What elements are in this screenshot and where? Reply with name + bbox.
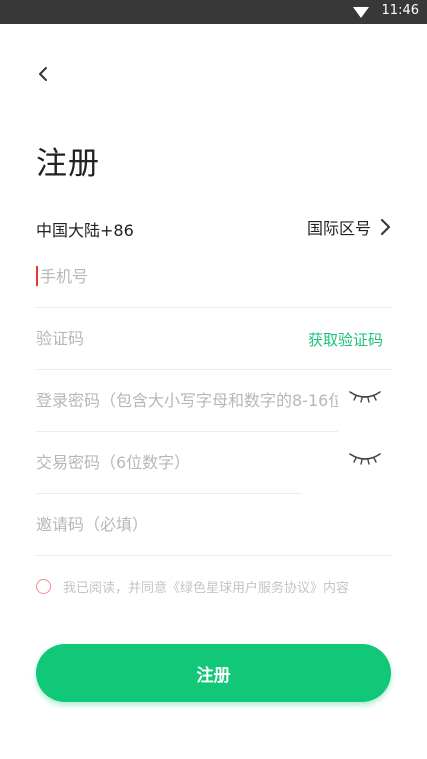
status-bar: 11:46 — [0, 0, 427, 24]
back-button[interactable] — [32, 62, 56, 86]
agreement-row: 我已阅读，并同意《绿色星球用户服务协议》内容 — [36, 575, 396, 597]
login-password-field — [36, 370, 338, 432]
get-code-button[interactable]: 获取验证码 — [308, 329, 383, 350]
trade-password-input[interactable] — [36, 432, 302, 492]
chevron-left-icon — [39, 67, 47, 81]
divider — [36, 555, 391, 556]
agreement-text[interactable]: 我已阅读，并同意《绿色星球用户服务协议》内容 — [63, 577, 349, 596]
international-code-label: 国际区号 — [306, 219, 371, 238]
register-button[interactable]: 注册 — [36, 644, 391, 702]
international-code-button[interactable]: 国际区号 — [307, 215, 391, 239]
phone-field — [36, 246, 391, 308]
trade-password-field — [36, 432, 302, 494]
text-caret — [36, 266, 38, 286]
status-time: 11:46 — [381, 3, 419, 18]
invite-code-field — [36, 494, 391, 556]
invite-code-input[interactable] — [36, 494, 391, 554]
region-row: 中国大陆+86 国际区号 — [36, 213, 391, 241]
chevron-right-icon — [381, 219, 390, 235]
wifi-icon — [353, 7, 369, 18]
login-password-input[interactable] — [36, 370, 338, 430]
region-current: 中国大陆+86 — [36, 221, 134, 240]
eye-closed-icon[interactable] — [348, 448, 382, 468]
page-title: 注册 — [36, 146, 100, 182]
agreement-checkbox[interactable] — [36, 578, 51, 594]
code-input[interactable] — [36, 308, 296, 368]
phone-input[interactable] — [36, 246, 391, 306]
eye-closed-icon[interactable] — [348, 386, 382, 406]
